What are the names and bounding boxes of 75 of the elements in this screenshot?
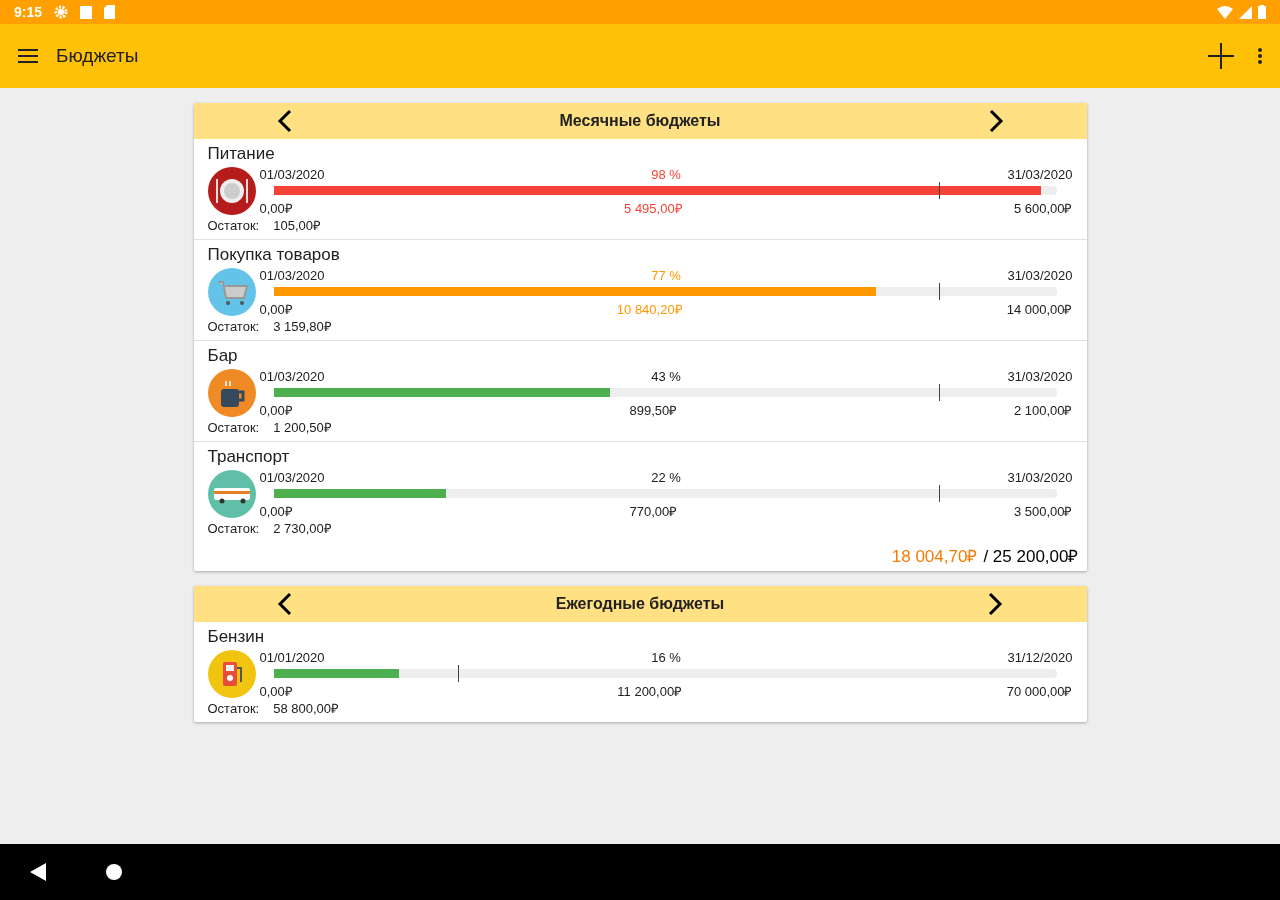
sd-card-icon (104, 5, 116, 19)
remainder-label: Остаток: (207, 419, 260, 437)
more-options-icon[interactable] (1258, 48, 1262, 64)
spent-amount: 899,50₽ (629, 402, 678, 419)
previous-icon[interactable] (275, 109, 294, 133)
spent-amount: 770,00₽ (629, 503, 678, 520)
cup-icon (207, 369, 256, 417)
remainder-label: Остаток: (207, 520, 260, 538)
budget-name: Бар (207, 345, 239, 367)
clock-time: 9:15 (14, 4, 43, 20)
card-title: Ежегодные бюджеты (555, 595, 725, 613)
remainder-amount: 3 159,80₽ (273, 318, 332, 336)
min-amount: 0,00₽ (259, 683, 293, 700)
percent-text: 77 % (651, 267, 681, 283)
remainder-amount: 105,00₽ (273, 217, 321, 235)
percent-text: 22 % (651, 469, 681, 485)
end-date: 31/03/2020 (1007, 267, 1073, 283)
budget-item[interactable]: Покупка товаров 01/03/2020 77 % 31/03/2020 0,00₽ 10 840,20₽ 14 000,00₽ Остаток: 3 159,80₽ (193, 240, 1087, 341)
start-date: 01/03/2020 (259, 368, 325, 384)
budget-name: Питание (207, 143, 276, 165)
remainder-label: Остаток: (207, 700, 260, 718)
bus-icon (207, 470, 256, 518)
limit-amount: 3 500,00₽ (1013, 503, 1073, 520)
previous-icon[interactable] (275, 592, 294, 616)
start-date: 01/03/2020 (259, 267, 325, 283)
start-date: 01/03/2020 (259, 469, 325, 485)
plate-icon (207, 167, 256, 215)
limit-amount: 70 000,00₽ (1006, 683, 1073, 700)
start-date: 01/01/2020 (259, 649, 325, 665)
battery-icon (1258, 5, 1266, 19)
limit-amount: 2 100,00₽ (1013, 402, 1073, 419)
end-date: 31/03/2020 (1007, 166, 1073, 182)
percent-text: 43 % (651, 368, 681, 384)
back-icon[interactable] (30, 863, 46, 881)
budget-name: Транспорт (207, 446, 291, 468)
remainder-amount: 2 730,00₽ (273, 520, 332, 538)
signal-icon (1239, 5, 1252, 19)
app-title: Бюджеты (56, 45, 139, 67)
budget-name: Бензин (207, 626, 266, 648)
min-amount: 0,00₽ (259, 200, 293, 217)
end-date: 31/12/2020 (1007, 649, 1073, 665)
fuel-pump-icon (207, 650, 256, 698)
menu-icon[interactable] (18, 49, 38, 63)
min-amount: 0,00₽ (259, 503, 293, 520)
remainder-amount: 58 800,00₽ (273, 700, 340, 718)
spent-amount: 11 200,00₽ (617, 683, 683, 700)
total-limit: / 25 200,00₽ (983, 546, 1079, 567)
end-date: 31/03/2020 (1007, 469, 1073, 485)
next-icon[interactable] (986, 592, 1005, 616)
wifi-icon (1217, 5, 1233, 19)
budget-name: Покупка товаров (207, 244, 341, 266)
total-spent: 18 004,70₽ (891, 546, 978, 567)
spent-amount: 10 840,20₽ (616, 301, 683, 318)
cart-icon (207, 268, 256, 316)
card-title: Месячные бюджеты (559, 112, 721, 130)
remainder-label: Остаток: (207, 318, 260, 336)
limit-amount: 5 600,00₽ (1013, 200, 1073, 217)
document-icon (80, 5, 93, 19)
percent-text: 16 % (651, 649, 681, 665)
remainder-label: Остаток: (207, 217, 260, 235)
limit-amount: 14 000,00₽ (1006, 301, 1073, 318)
start-date: 01/03/2020 (259, 166, 325, 182)
gear-icon (54, 5, 69, 19)
min-amount: 0,00₽ (259, 301, 293, 318)
budget-item[interactable]: Бар 01/03/2020 43 % 31/03/2020 0,00₽ 899,50₽ 2 100,00₽ Остаток: 1 200,50₽ (193, 341, 1087, 442)
spent-amount: 5 495,00₽ (624, 200, 683, 217)
end-date: 31/03/2020 (1007, 368, 1073, 384)
min-amount: 0,00₽ (259, 402, 293, 419)
budget-item[interactable]: Питание 01/03/2020 98 % 31/03/2020 0,00₽ 5 495,00₽ 5 600,00₽ Остаток: 105,00₽ (193, 139, 1087, 240)
add-icon[interactable] (1208, 43, 1234, 69)
budget-item[interactable]: Бензин 01/01/2020 16 % 31/12/2020 0,00₽ 11 200,00₽ 70 000,00₽ Остаток: 58 800,00₽ (193, 622, 1087, 722)
budget-item[interactable]: Транспорт 01/03/2020 22 % 31/03/2020 0,00₽ 770,00₽ 3 500,00₽ Остаток: 2 730,00₽ (193, 442, 1087, 542)
home-icon[interactable] (106, 864, 122, 880)
percent-text: 98 % (651, 166, 681, 182)
remainder-amount: 1 200,50₽ (273, 419, 332, 437)
